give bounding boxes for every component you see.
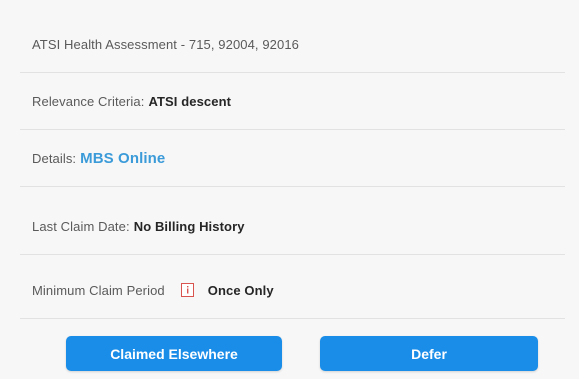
- info-icon[interactable]: [180, 283, 194, 297]
- last-claim-row: Last Claim Date: No Billing History: [20, 198, 565, 255]
- relevance-row: Relevance Criteria: ATSI descent: [20, 73, 565, 130]
- billing-item-card: ATSI Health Assessment - 715, 92004, 920…: [0, 0, 579, 379]
- mbs-online-link[interactable]: MBS Online: [80, 150, 165, 167]
- details-label: Details:: [32, 150, 77, 166]
- defer-button[interactable]: Defer: [320, 336, 538, 371]
- min-period-label: Minimum Claim Period: [32, 282, 165, 298]
- last-claim-label: Last Claim Date:: [32, 218, 130, 234]
- details-row: Details: MBS Online: [20, 130, 565, 187]
- last-claim-value: No Billing History: [133, 218, 245, 234]
- min-period-row: Minimum Claim Period Once Only: [20, 262, 565, 319]
- min-period-value: Once Only: [207, 282, 274, 298]
- assessment-title: ATSI Health Assessment - 715, 92004, 920…: [32, 36, 300, 52]
- claimed-elsewhere-button[interactable]: Claimed Elsewhere: [66, 336, 282, 371]
- relevance-label: Relevance Criteria:: [32, 93, 145, 109]
- relevance-value: ATSI descent: [148, 93, 232, 109]
- assessment-row: ATSI Health Assessment - 715, 92004, 920…: [20, 16, 565, 73]
